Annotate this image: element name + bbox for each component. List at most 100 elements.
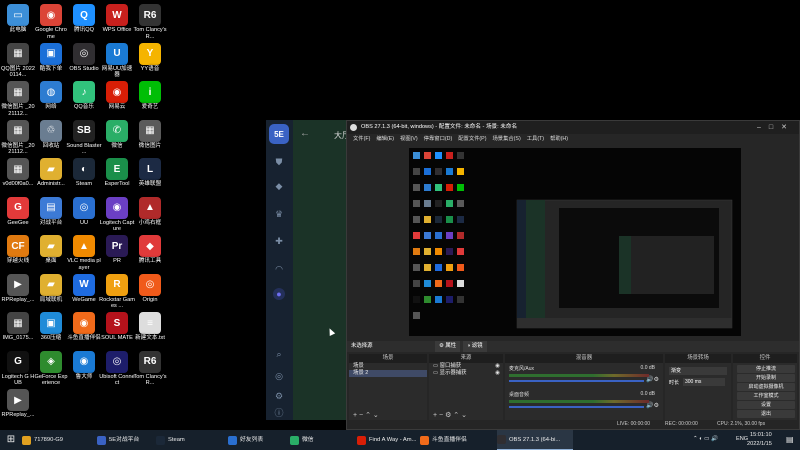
desktop-icon[interactable]: G GeeGee: [0, 196, 36, 227]
obs-window[interactable]: OBS 27.1.3 (64-bit, windows) - 配置文件: 未命名…: [346, 120, 800, 430]
desktop-icon[interactable]: ▰ Administr...: [33, 158, 69, 188]
desktop-icon[interactable]: i 爱奇艺: [132, 81, 168, 111]
desktop-icon[interactable]: W WeGame: [66, 273, 102, 304]
filters-button[interactable]: ◑ 滤镜: [463, 341, 487, 352]
desktop-icon[interactable]: U 网易UU加速器: [99, 42, 135, 79]
desktop-icon[interactable]: ♲ 回收站: [33, 119, 69, 150]
desktop-icon[interactable]: ≡ 新建文本.txt: [132, 312, 168, 342]
desktop-icon[interactable]: R6 Tom Clancy's R...: [132, 4, 168, 40]
taskbar-app-button[interactable]: 717890-G9: [22, 430, 94, 450]
volume-slider[interactable]: [509, 380, 644, 382]
scene-item[interactable]: 场景: [349, 363, 427, 370]
desktop-icon[interactable]: G Logitech G HUB: [0, 350, 36, 387]
desktop-icon[interactable]: ◎ Origin: [132, 273, 168, 304]
clock-date[interactable]: 2022/1/15: [747, 441, 772, 447]
desktop-icon[interactable]: ▶ RPReplay_...: [0, 389, 36, 419]
desktop-icon[interactable]: CF 穿越火线: [0, 235, 36, 265]
tray-icons[interactable]: ⌃ ◐ ▭ 🔊: [693, 436, 718, 442]
puzzle-icon[interactable]: ✚: [273, 235, 285, 247]
start-button[interactable]: ⊞: [4, 430, 18, 450]
duration-input[interactable]: 300 ms: [683, 378, 725, 386]
menu-item[interactable]: 文件(F): [353, 136, 370, 142]
properties-button[interactable]: ⚙ 属性: [435, 341, 461, 352]
obs-preview[interactable]: [409, 148, 741, 336]
desktop-icon[interactable]: S SOUL MATE: [99, 312, 135, 342]
speaker-icon[interactable]: 🔊⚙: [646, 376, 659, 383]
notification-icon[interactable]: ▤: [786, 435, 794, 444]
desktop-icon[interactable]: ▰ 桌面: [33, 235, 69, 265]
desktop-icon[interactable]: ▣ 酷我下单: [33, 42, 69, 73]
desktop-icon[interactable]: ◉ Logitech Capture: [99, 196, 135, 233]
transition-select[interactable]: 渐变: [669, 367, 727, 375]
desktop-icon[interactable]: ◎ UU: [66, 196, 102, 227]
desktop-icon[interactable]: ◐ Steam: [66, 158, 102, 188]
menu-item[interactable]: 帮助(H): [550, 136, 568, 142]
desktop-icon[interactable]: ▦ v0d00f0a0...: [0, 158, 36, 188]
back-arrow-icon[interactable]: ←: [300, 128, 310, 139]
desktop-icon[interactable]: ▤ 对战平台: [33, 196, 69, 227]
user-avatar-icon[interactable]: ●: [273, 288, 285, 300]
exit-button[interactable]: 退出: [737, 410, 795, 418]
desktop-icon[interactable]: Pr PR: [99, 235, 135, 265]
menu-item[interactable]: 场景集合(S): [492, 136, 520, 142]
menu-item[interactable]: 视图(V): [400, 136, 418, 142]
desktop-icon[interactable]: ▣ 360压缩: [33, 312, 69, 342]
scene-item[interactable]: 场景 2: [349, 370, 427, 377]
desktop-icon[interactable]: ▦ IMG_0175...: [0, 312, 36, 342]
studio-mode-button[interactable]: 工作室模式: [737, 392, 795, 400]
desktop-icon[interactable]: ✆ 微信: [99, 119, 135, 150]
taskbar-app-button[interactable]: OBS 27.1.3 (64-bi...: [497, 430, 573, 450]
desktop-icon[interactable]: ▰ 局域联机: [33, 273, 69, 304]
desktop-icon[interactable]: ▦ 微信图片 _2021112...: [0, 81, 36, 117]
search-icon[interactable]: ⌕: [273, 348, 285, 360]
speaker-icon[interactable]: 🔊⚙: [646, 402, 659, 409]
menu-item[interactable]: 编辑(E): [376, 136, 394, 142]
desktop-icon[interactable]: Q 腾讯QQ: [66, 4, 102, 34]
taskbar-app-button[interactable]: 5E对战平台: [97, 430, 153, 450]
volume-slider[interactable]: [509, 406, 644, 408]
settings-button[interactable]: 设置: [737, 401, 795, 409]
settings-icon[interactable]: ⚙: [273, 390, 285, 402]
desktop-icon[interactable]: ◉ 网易云: [99, 81, 135, 111]
desktop-icon[interactable]: R6 Tom Clancy's R...: [132, 350, 168, 387]
window-controls[interactable]: –□✕: [757, 121, 795, 134]
taskbar-app-button[interactable]: Find A Way - Am...: [357, 430, 417, 450]
desktop-icon[interactable]: R Rockstar Games ...: [99, 273, 135, 310]
desktop-icon[interactable]: ◆ 腾讯工具: [132, 235, 168, 265]
desktop-icon[interactable]: ▭ 此电脑: [0, 4, 36, 34]
taskbar-app-button[interactable]: 好友列表: [228, 430, 286, 450]
launcher-window[interactable]: 5E ⛊ ◆ ♛ ✚ ◠ ● ⌕ ◎ ⚙ ⓘ ← 大厅: [266, 120, 356, 420]
home-icon[interactable]: ◆: [273, 180, 285, 192]
stop-streaming-button[interactable]: 停止推流: [737, 365, 795, 373]
compass-icon[interactable]: ◎: [273, 370, 285, 382]
desktop-icon[interactable]: L 英雄联盟: [132, 158, 168, 188]
desktop-icon[interactable]: ◉ Google Chrome: [33, 4, 69, 40]
taskbar-app-button[interactable]: Steam: [156, 430, 224, 450]
desktop-icon[interactable]: ♪ QQ音乐: [66, 81, 102, 111]
info-icon[interactable]: ⓘ: [273, 407, 285, 419]
desktop-icon[interactable]: ▦ 微信图片 _2021112...: [0, 119, 36, 156]
broadcast-icon[interactable]: ◠: [273, 263, 285, 275]
desktop-icon[interactable]: E EsperTool: [99, 158, 135, 188]
menu-item[interactable]: 配置文件(P): [458, 136, 486, 142]
desktop-icon[interactable]: ▦ 微信图片: [132, 119, 168, 150]
shield-icon[interactable]: ⛊: [273, 156, 285, 168]
taskbar-app-button[interactable]: 微信: [290, 430, 352, 450]
menu-item[interactable]: 停靠窗口(D): [424, 136, 453, 142]
crown-icon[interactable]: ♛: [273, 208, 285, 220]
start-recording-button[interactable]: 开始录制: [737, 374, 795, 382]
desktop-icon[interactable]: ◎ OBS Studio: [66, 42, 102, 73]
desktop-icon[interactable]: ▲ VLC media player: [66, 235, 102, 271]
clock-time[interactable]: 15:01:10: [750, 432, 772, 438]
launcher-logo[interactable]: 5E: [269, 124, 289, 144]
desktop-icon[interactable]: ◍ 网络: [33, 81, 69, 111]
desktop-icon[interactable]: ◎ Ubisoft Connect: [99, 350, 135, 387]
source-dock-controls[interactable]: + − ⚙ ⌃ ⌄: [433, 411, 467, 419]
desktop-icon[interactable]: ▲ 小鸡右框: [132, 196, 168, 227]
desktop-icon[interactable]: ◉ 鲁大师: [66, 350, 102, 381]
source-item[interactable]: ▭ 显示器捕获 ◉: [429, 370, 503, 377]
menu-item[interactable]: 工具(T): [527, 136, 544, 142]
virtual-camera-button[interactable]: 启动虚拟摄像机: [737, 383, 795, 391]
taskbar-app-button[interactable]: 斗鱼直播伴侣: [420, 430, 494, 450]
desktop-icon[interactable]: ◈ GeForce Experience: [33, 350, 69, 387]
